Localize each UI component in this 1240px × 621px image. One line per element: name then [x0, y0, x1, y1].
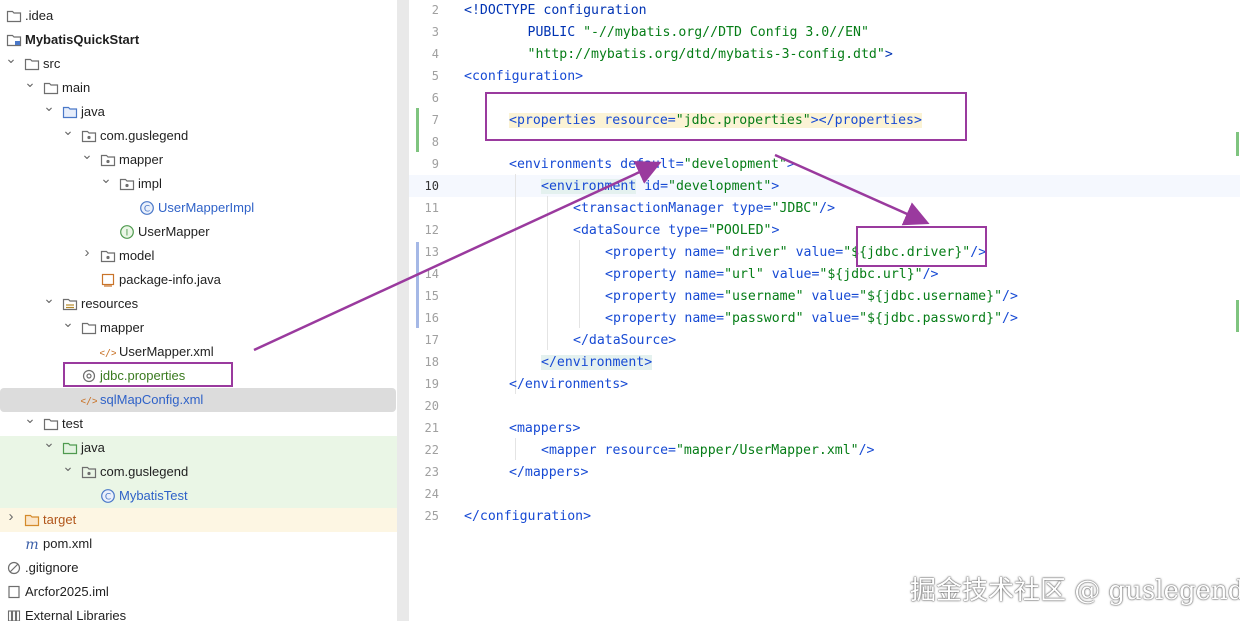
arrow-properties-to-driver	[774, 153, 930, 226]
arrow-tree-to-properties	[253, 161, 662, 352]
watermark: 掘金技术社区 @ guslegend	[910, 576, 1240, 606]
annotation-arrows	[253, 153, 930, 352]
